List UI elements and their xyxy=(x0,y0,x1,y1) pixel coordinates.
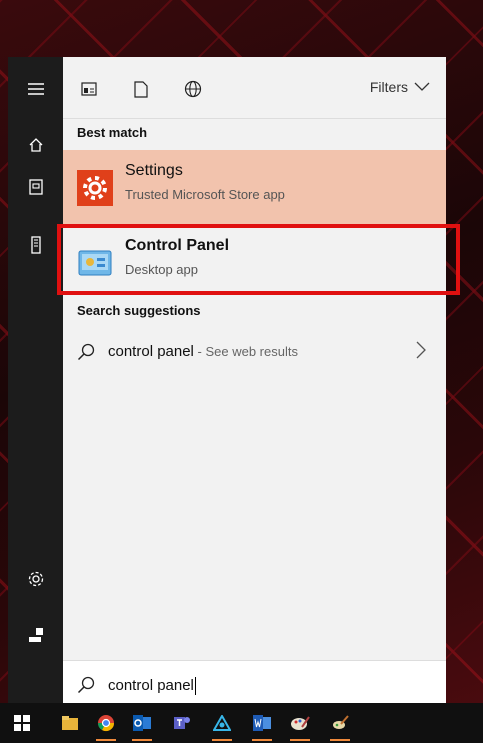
chevron-right-icon xyxy=(416,341,426,362)
settings-gear-icon xyxy=(77,170,113,206)
search-icon xyxy=(77,676,95,697)
apps-icon[interactable] xyxy=(77,77,101,101)
result-settings[interactable]: Settings Trusted Microsoft Store app xyxy=(63,150,446,224)
search-input[interactable]: control panel xyxy=(108,677,194,694)
search-results-panel: Filters Best match Settings Trusted Micr… xyxy=(63,57,446,710)
settings-icon[interactable] xyxy=(8,561,63,597)
word-icon[interactable] xyxy=(244,703,280,743)
user-icon[interactable] xyxy=(8,617,63,653)
outlook-icon[interactable] xyxy=(124,703,160,743)
result-subtitle: Trusted Microsoft Store app xyxy=(125,187,285,202)
chevron-down-icon xyxy=(414,82,430,91)
divider xyxy=(63,118,446,119)
text-caret xyxy=(194,677,196,696)
app-icon[interactable] xyxy=(204,703,240,743)
filters-label: Filters xyxy=(369,79,408,95)
web-icon[interactable] xyxy=(181,77,205,101)
start-menu-rail xyxy=(8,57,63,710)
web-suggestion-item[interactable]: control panel - See web results xyxy=(63,333,446,373)
best-match-heading: Best match xyxy=(77,125,148,140)
suggestion-query: control panel xyxy=(108,343,194,360)
filters-dropdown[interactable]: Filters xyxy=(370,79,430,95)
chrome-icon[interactable] xyxy=(88,703,124,743)
home-icon[interactable] xyxy=(8,127,63,163)
tower-icon[interactable] xyxy=(8,227,63,263)
paint-icon[interactable] xyxy=(282,703,318,743)
suggestion-hint: - See web results xyxy=(193,344,298,359)
tool-icon[interactable] xyxy=(322,703,358,743)
search-toolbar: Filters xyxy=(63,57,446,119)
search-suggestions-heading: Search suggestions xyxy=(77,303,201,318)
hamburger-menu-icon[interactable] xyxy=(8,71,63,107)
windows-start-icon[interactable] xyxy=(4,703,40,743)
teams-icon[interactable] xyxy=(164,703,200,743)
documents-icon[interactable] xyxy=(8,169,63,205)
taskbar xyxy=(0,703,483,743)
highlight-box xyxy=(57,224,460,295)
result-title: Settings xyxy=(125,162,183,179)
file-explorer-icon[interactable] xyxy=(52,703,88,743)
search-icon xyxy=(77,343,95,364)
document-icon[interactable] xyxy=(129,77,153,101)
